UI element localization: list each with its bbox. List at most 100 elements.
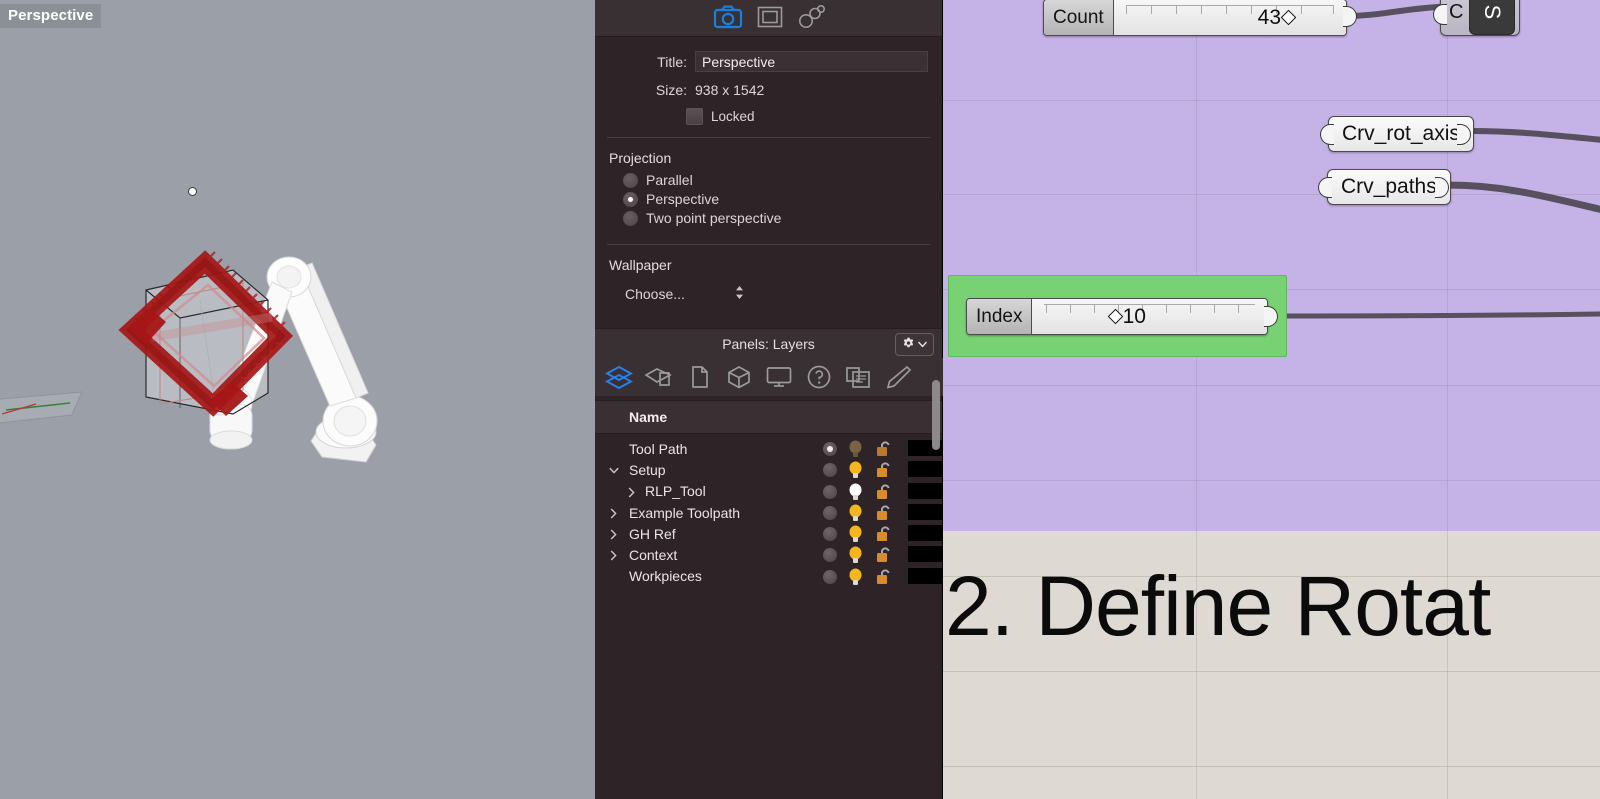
layer-select-dot[interactable] <box>823 505 837 520</box>
param-crv-rot-axis-input-port[interactable] <box>1320 124 1334 145</box>
help-icon[interactable] <box>805 364 833 390</box>
component-input-port[interactable] <box>1433 4 1447 25</box>
group-purple[interactable] <box>943 0 1600 531</box>
panels-header-title: Panels: Layers <box>722 336 815 352</box>
unlocked-icon[interactable] <box>875 484 893 500</box>
display-icon[interactable] <box>765 364 793 390</box>
layer-color-swatch[interactable] <box>908 482 942 499</box>
lightbulb-on-icon[interactable] <box>847 546 864 564</box>
component-series[interactable]: C S <box>1440 0 1521 36</box>
layer-select-dot[interactable] <box>823 548 837 563</box>
lightbulb-on-icon[interactable] <box>847 504 864 522</box>
lightbulb-white-icon[interactable] <box>847 483 864 501</box>
slider-index-track[interactable]: 10 <box>1032 299 1267 334</box>
param-crv-rot-axis[interactable]: Crv_rot_axis <box>1328 116 1474 152</box>
layer-color-swatch[interactable] <box>908 567 942 584</box>
layer-color-swatch[interactable] <box>908 546 942 563</box>
slider-index[interactable]: Index 10 <box>966 298 1268 335</box>
viewport-3d-scene <box>0 250 378 463</box>
named-views-icon[interactable] <box>644 364 673 390</box>
link-icon[interactable] <box>797 4 825 32</box>
panels-gear-button[interactable] <box>895 333 934 356</box>
layer-name: Workpieces <box>629 568 702 585</box>
layer-row[interactable]: Workpieces <box>595 566 942 587</box>
locked-label: Locked <box>711 109 755 124</box>
layer-select-dot[interactable] <box>823 442 837 456</box>
unlocked-icon[interactable] <box>875 441 893 457</box>
layer-row[interactable]: Example Toolpath <box>595 502 942 523</box>
layer-name: GH Ref <box>629 525 676 542</box>
ground-plane-icon <box>0 391 83 424</box>
unlocked-icon[interactable] <box>875 505 893 521</box>
layer-row[interactable]: GH Ref <box>595 523 942 544</box>
layer-select-dot[interactable] <box>823 527 837 542</box>
layer-select-dot[interactable] <box>823 484 837 499</box>
param-crv-paths-input-port[interactable] <box>1318 177 1332 198</box>
layer-select-dot[interactable] <box>823 569 837 584</box>
slider-count[interactable]: Count 43 <box>1043 0 1347 36</box>
slider-handle-diamond-icon[interactable] <box>1280 9 1297 26</box>
radio-two-point-icon[interactable] <box>623 210 638 226</box>
unlocked-icon[interactable] <box>875 526 893 542</box>
unlocked-icon[interactable] <box>875 547 893 563</box>
chevron-right-icon[interactable] <box>610 550 617 564</box>
viewport-title-label[interactable]: Perspective <box>0 4 102 28</box>
slider-handle-diamond-icon[interactable] <box>1107 308 1123 325</box>
grid-line <box>943 480 1600 481</box>
viewport-properties-body: Title: Perspective Size: 938 x 1542 Lock… <box>595 37 942 303</box>
page-icon[interactable] <box>685 364 713 390</box>
grasshopper-canvas[interactable]: Count 43 C S Crv_rot_axis Crv_paths Inde… <box>943 0 1600 799</box>
title-input[interactable]: Perspective <box>695 51 928 72</box>
param-crv-paths[interactable]: Crv_paths <box>1327 169 1451 205</box>
radio-perspective-icon[interactable] <box>623 191 638 207</box>
unlocked-icon[interactable] <box>875 569 893 585</box>
lightbulb-on-icon[interactable] <box>847 568 864 586</box>
chevron-right-icon[interactable] <box>610 529 617 543</box>
brush-icon[interactable] <box>885 364 913 390</box>
layer-row[interactable]: RLP_Tool <box>595 481 942 502</box>
title-row: Title: Perspective <box>595 51 942 72</box>
rhino-viewport[interactable]: Perspective <box>0 0 592 799</box>
wallpaper-choose-label: Choose... <box>625 286 685 302</box>
unlocked-icon[interactable] <box>875 462 893 478</box>
layer-row[interactable]: Setup <box>595 459 942 480</box>
wallpaper-choose-button[interactable]: Choose... <box>595 285 942 303</box>
slider-index-value-group: 10 <box>1107 305 1146 329</box>
title-label: Title: <box>657 53 687 70</box>
size-row: Size: 938 x 1542 <box>595 82 942 98</box>
layer-row[interactable]: Context <box>595 544 942 565</box>
layers-icon[interactable] <box>604 364 634 390</box>
chevron-down-icon[interactable] <box>609 467 619 477</box>
lightbulb-on-icon[interactable] <box>847 525 864 543</box>
slider-index-label: Index <box>967 299 1033 334</box>
grid-line <box>943 100 1600 101</box>
radio-parallel-icon[interactable] <box>623 172 638 188</box>
projection-option-perspective[interactable]: Perspective <box>595 191 942 207</box>
canvas-section-title: 2. Define Rotat <box>945 559 1491 653</box>
param-crv-paths-label: Crv_paths <box>1341 175 1437 198</box>
layer-color-swatch[interactable] <box>908 525 942 542</box>
lightbulb-off-icon[interactable] <box>847 440 864 458</box>
layer-color-swatch[interactable] <box>908 503 942 520</box>
projection-option-two-point[interactable]: Two point perspective <box>595 210 942 226</box>
slider-count-track[interactable]: 43 <box>1113 0 1346 35</box>
layer-select-dot[interactable] <box>823 463 837 478</box>
cube-icon[interactable] <box>725 364 753 390</box>
viewport-point-marker <box>188 187 197 196</box>
divider-1 <box>607 137 930 138</box>
camera-icon[interactable] <box>713 5 743 32</box>
panel-scrollbar[interactable] <box>932 380 940 450</box>
layer-row[interactable]: Tool Path <box>595 438 942 459</box>
notes-icon[interactable] <box>845 364 873 390</box>
lightbulb-on-icon[interactable] <box>847 461 864 479</box>
locked-row[interactable]: Locked <box>595 108 942 125</box>
projection-option-parallel[interactable]: Parallel <box>595 172 942 188</box>
locked-checkbox[interactable] <box>686 108 703 125</box>
chevron-right-icon[interactable] <box>610 508 617 522</box>
viewport-frame-icon[interactable] <box>757 6 783 31</box>
properties-tab-bar <box>595 0 942 37</box>
layer-color-swatch[interactable] <box>908 461 942 478</box>
chevron-right-icon[interactable] <box>628 487 635 501</box>
slider-ticks <box>1032 304 1267 313</box>
chevron-updown-icon[interactable] <box>735 285 744 303</box>
